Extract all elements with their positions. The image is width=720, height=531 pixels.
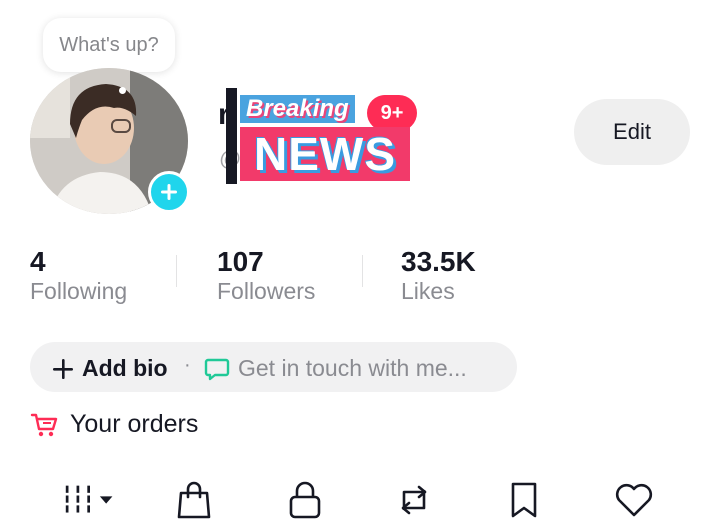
stat-value: 107 xyxy=(217,246,264,277)
tab-shop[interactable] xyxy=(168,476,220,524)
stat-followers[interactable]: 107 Followers xyxy=(217,246,315,305)
plus-icon xyxy=(53,358,73,379)
stat-following[interactable]: 4 Following xyxy=(30,246,127,305)
cart-icon xyxy=(30,413,58,436)
stat-label: Likes xyxy=(401,278,455,304)
add-bio-button[interactable]: Add bio xyxy=(52,355,168,382)
contact-label: Get in touch with me... xyxy=(238,355,467,381)
bookmark-icon xyxy=(511,482,537,518)
stat-label: Following xyxy=(30,278,128,304)
tab-reposts[interactable] xyxy=(388,476,440,524)
tab-private[interactable] xyxy=(279,476,331,524)
your-orders-label: Your orders xyxy=(70,410,199,438)
lock-icon xyxy=(289,481,321,519)
stat-value: 33.5K xyxy=(401,246,476,277)
sticker-news-label: NEWS xyxy=(254,128,396,180)
heart-icon xyxy=(615,483,653,517)
tab-favorites[interactable] xyxy=(498,476,550,524)
sticker-news-box: NEWS xyxy=(240,127,410,181)
message-icon xyxy=(204,358,230,380)
sticker-bar xyxy=(226,88,237,184)
tab-liked[interactable] xyxy=(608,476,660,524)
bubble-dot xyxy=(119,87,126,94)
bio-separator: · xyxy=(184,354,191,376)
status-bubble[interactable]: What's up? xyxy=(43,18,175,72)
videos-grid-icon xyxy=(65,485,113,513)
plus-icon xyxy=(161,184,177,200)
stat-label: Followers xyxy=(217,278,316,304)
shop-bag-icon xyxy=(177,481,211,519)
add-bio-label: Add bio xyxy=(82,355,168,381)
stat-divider xyxy=(176,255,177,287)
tab-videos[interactable] xyxy=(64,476,116,524)
breaking-news-sticker[interactable]: Breaking 9+ NEWS xyxy=(226,88,418,184)
stat-value: 4 xyxy=(30,246,46,277)
your-orders-link[interactable]: Your orders xyxy=(30,410,198,439)
sticker-breaking-label: Breaking xyxy=(240,95,355,123)
contact-button[interactable]: Get in touch with me... xyxy=(204,355,467,382)
status-bubble-text: What's up? xyxy=(59,33,159,56)
add-avatar-button[interactable] xyxy=(148,171,190,213)
edit-profile-button[interactable]: Edit xyxy=(574,99,690,165)
notification-badge: 9+ xyxy=(367,95,417,131)
stat-likes[interactable]: 33.5K Likes xyxy=(401,246,476,305)
repost-icon xyxy=(401,485,427,515)
stat-divider xyxy=(362,255,363,287)
